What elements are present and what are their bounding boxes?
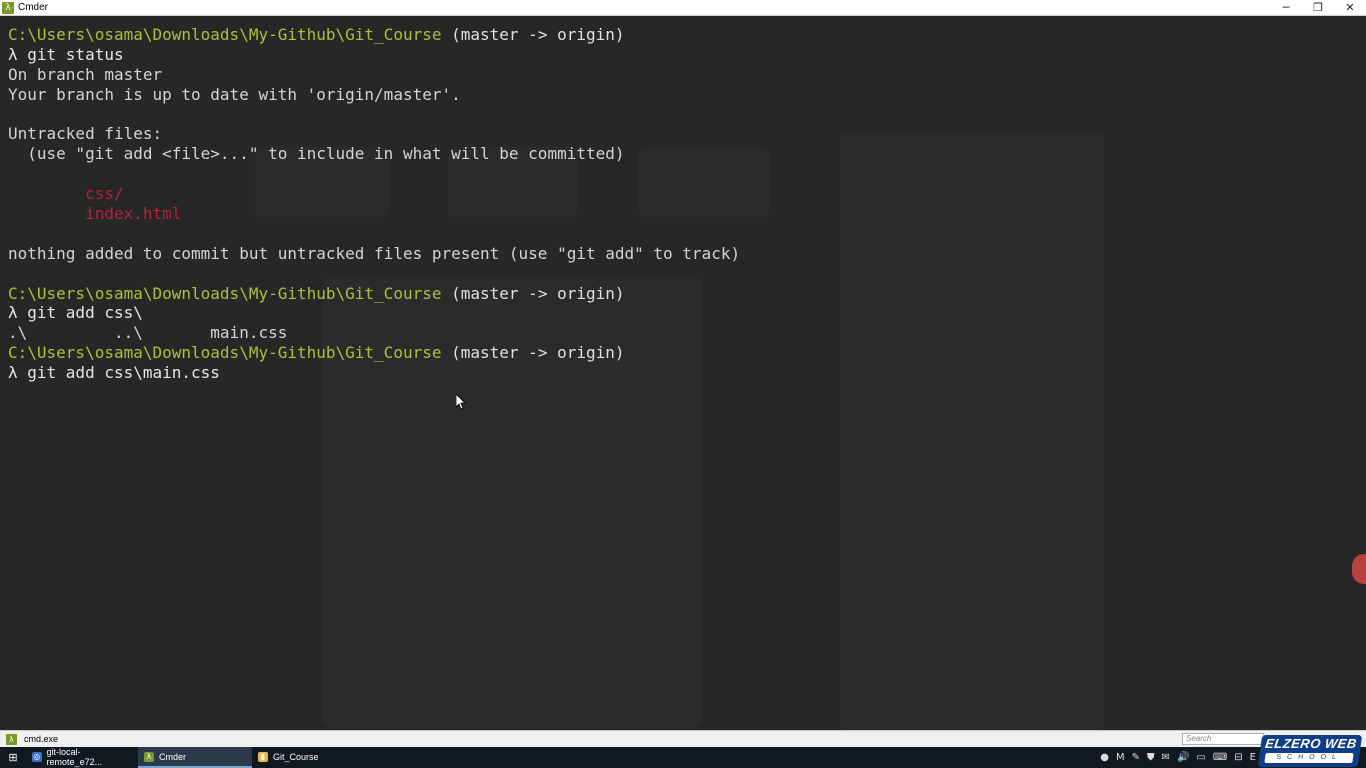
start-button[interactable]: ⊞ [0,747,26,768]
untracked-file-line: index.html [8,204,182,224]
cmder-tab-bar: λ cmd.exe Search [0,730,1366,747]
prompt-path: C:\Users\osama\Downloads\My-Github\Git_C… [8,25,442,44]
tray-icon[interactable]: ⌨ [1213,752,1227,763]
search-input[interactable]: Search [1182,733,1264,745]
prompt-path: C:\Users\osama\Downloads\My-Github\Git_C… [8,343,442,363]
cmder-icon: λ [2,1,14,14]
windows-taskbar: ⊞ ◎ git-local-remote_e72... λ Cmder ▮ Git_Cou… [0,747,1366,768]
window-controls: ─ ❐ ✕ [1270,0,1366,16]
tray-icon[interactable]: 🔊 [1177,752,1189,763]
window-title: Cmder [18,2,49,13]
tray-icon[interactable]: M [1116,752,1125,763]
tray-icon[interactable]: ● [1100,752,1109,763]
prompt-line: C:\Users\osama\Downloads\My-Github\Git_C… [8,284,740,304]
system-tray: ● M ✎ ⛊ ✉ 🔊 ▭ ⌨ ⊟ E [1100,747,1256,768]
tray-icon[interactable]: ✎ [1132,752,1140,763]
command-line: λ git add css\ [8,303,143,323]
prompt-branch: (master -> origin) [441,283,625,303]
output-line: nothing added to commit but untracked fi… [8,243,741,263]
taskbar-item[interactable]: ◎ git-local-remote_e72... [26,747,138,768]
prompt-branch: (master -> origin) [441,343,625,363]
console-tab-icon: λ [6,733,17,745]
background-ghost [840,132,1104,730]
tray-icon[interactable]: E [1250,752,1256,763]
prompt-branch: (master -> origin) [441,25,625,44]
taskbar-item-label: Cmder [159,751,187,762]
untracked-file-line: css/ [8,184,124,204]
taskbar-item-label: git-local-remote_e72... [46,746,103,767]
taskbar-item[interactable]: ▮ Git_Course [252,747,362,768]
taskbar-item-label: Git_Course [273,751,319,762]
output-line: Your branch is up to date with 'origin/m… [8,84,461,104]
output-line: Untracked files: [8,124,163,144]
taskbar-item[interactable]: λ Cmder [138,747,252,768]
tray-icon[interactable]: ▭ [1196,752,1205,763]
taskbar-items: ◎ git-local-remote_e72... λ Cmder ▮ Git_Cours… [26,747,362,768]
logo-text: ELZERO WEB [1264,736,1358,751]
output-line: (use "git add <file>..." to include in w… [8,144,625,164]
command-line: λ git add css\main.css [8,363,220,383]
tray-icon[interactable]: ✉ [1162,752,1170,763]
taskbar-app-icon: ▮ [258,751,268,762]
logo-subtext: SCHOOL [1264,753,1354,763]
window-titlebar: λ Cmder ─ ❐ ✕ [0,0,1366,16]
recording-indicator [1352,554,1366,584]
tray-icon[interactable]: ⛊ [1147,752,1155,763]
command-line: λ git status [8,44,124,64]
taskbar-app-icon: ◎ [32,751,42,762]
taskbar-app-icon: λ [144,751,154,762]
output-line: .\ ..\ main.css [8,323,288,343]
mouse-cursor-icon [456,394,466,410]
minimize-button[interactable]: ─ [1270,0,1302,16]
restore-button[interactable]: ❐ [1302,0,1334,16]
terminal-console[interactable]: C:\Users\osama\Downloads\My-Github\Git_C… [0,17,1366,730]
close-button[interactable]: ✕ [1334,0,1366,16]
prompt-line: C:\Users\osama\Downloads\My-Github\Git_C… [8,343,740,363]
terminal-output: C:\Users\osama\Downloads\My-Github\Git_C… [8,25,740,383]
prompt-path: C:\Users\osama\Downloads\My-Github\Git_C… [8,283,442,303]
output-line: On branch master [8,64,163,84]
elzero-web-school-logo: ELZERO WEB SCHOOL [1257,735,1363,767]
console-tab[interactable]: cmd.exe [24,734,58,744]
tray-icon[interactable]: ⊟ [1234,752,1242,763]
prompt-line: C:\Users\osama\Downloads\My-Github\Git_C… [8,25,740,45]
